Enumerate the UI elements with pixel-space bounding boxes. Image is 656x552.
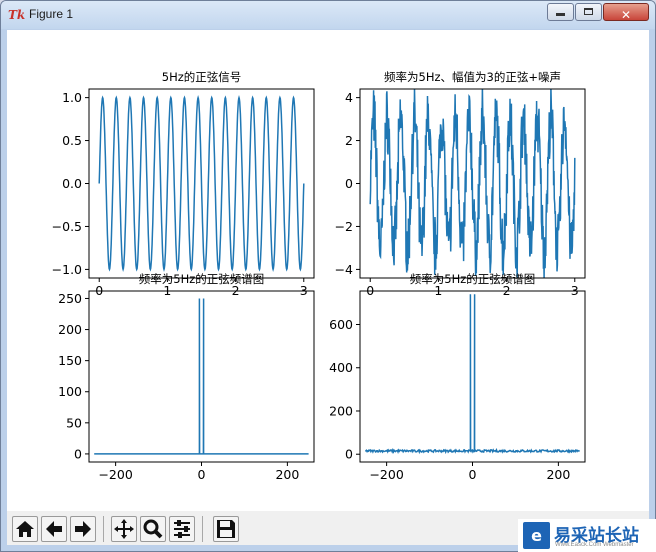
series-line xyxy=(94,298,309,455)
subplot-title: 频率为5Hz的正弦频谱图 xyxy=(139,272,265,286)
tk-feather-icon: Tk xyxy=(8,8,26,22)
figure-window: Tk Figure 1 ✕ 0 1 2 3 −1.0 −0.5 0.0 0.5 1.0 5Hz的正… xyxy=(0,0,656,552)
toolbar-separator xyxy=(202,516,203,542)
zoom-icon xyxy=(143,519,163,539)
y-tick-label: 0 xyxy=(74,446,82,461)
y-tick-label: 250 xyxy=(58,291,82,306)
figure-canvas[interactable]: 0 1 2 3 −1.0 −0.5 0.0 0.5 1.0 5Hz的正弦信号 0 1 2 3 −4 −2 0 2 4… xyxy=(7,30,649,511)
x-tick-label: −200 xyxy=(369,467,403,482)
y-tick-label: 150 xyxy=(58,353,82,368)
watermark-logo-icon: e xyxy=(523,522,550,549)
home-icon xyxy=(16,521,34,537)
home-button[interactable] xyxy=(12,516,38,542)
y-tick-label: 200 xyxy=(58,322,82,337)
configure-subplots-icon xyxy=(174,520,190,538)
back-button[interactable] xyxy=(41,516,67,542)
y-tick-label: 400 xyxy=(329,360,353,375)
zoom-button[interactable] xyxy=(140,516,166,542)
minimize-button[interactable] xyxy=(547,3,574,21)
y-tick-label: 200 xyxy=(329,403,353,418)
x-tick-label: −200 xyxy=(98,467,132,482)
watermark: e 易采站长站 Www.Easck.Com Webmaster xyxy=(518,519,656,552)
y-tick-label: 4 xyxy=(345,90,353,105)
y-tick-label: −4 xyxy=(335,262,353,277)
x-tick-label: 0 xyxy=(469,467,477,482)
maximize-button[interactable] xyxy=(575,3,602,21)
subplot-title: 频率为5Hz、幅值为3的正弦+噪声 xyxy=(384,70,561,84)
y-tick-label: 0 xyxy=(345,176,353,191)
configure-subplots-button[interactable] xyxy=(169,516,195,542)
series-line xyxy=(98,94,305,273)
close-button[interactable]: ✕ xyxy=(603,3,649,22)
series-line xyxy=(369,89,576,278)
maximize-icon xyxy=(584,8,593,15)
save-icon xyxy=(217,520,235,538)
save-button[interactable] xyxy=(213,516,239,542)
y-tick-label: 0.0 xyxy=(62,176,82,191)
minimize-icon xyxy=(556,13,565,16)
y-tick-label: 50 xyxy=(66,415,82,430)
x-tick-label: 0 xyxy=(198,467,206,482)
y-tick-label: −1.0 xyxy=(52,262,82,277)
axes-frame xyxy=(88,290,315,463)
subplot-title: 5Hz的正弦信号 xyxy=(162,70,242,84)
title-bar[interactable]: Tk Figure 1 ✕ xyxy=(1,1,655,29)
y-tick-label: 2 xyxy=(345,133,353,148)
y-tick-label: 0 xyxy=(345,447,353,462)
back-arrow-icon xyxy=(46,521,62,537)
axes-frame xyxy=(359,290,586,463)
close-icon: ✕ xyxy=(620,8,632,22)
y-tick-label: 1.0 xyxy=(62,90,82,105)
subplot-3: −200 0 200 0 50 100 150 200 250 频率为5Hz的正弦频谱图 xyxy=(58,272,315,482)
y-tick-label: −2 xyxy=(335,219,353,234)
y-tick-label: 600 xyxy=(329,317,353,332)
y-tick-label: 0.5 xyxy=(62,133,82,148)
window-title: Figure 1 xyxy=(29,7,74,21)
forward-button[interactable] xyxy=(70,516,96,542)
toolbar-separator xyxy=(103,516,104,542)
figure-svg: 0 1 2 3−1.0−0.50.00.51.05Hz的正弦信号0 1 2 3−4−2024… xyxy=(52,70,586,482)
forward-arrow-icon xyxy=(75,521,91,537)
subplot-1: 0 1 2 3−1.0−0.50.00.51.05Hz的正弦信号 xyxy=(52,70,315,298)
y-tick-label: 100 xyxy=(58,384,82,399)
subplot-2: 0 1 2 3−4−2024频率为5Hz、幅值为3的正弦+噪声 xyxy=(335,70,586,298)
y-tick-label: −0.5 xyxy=(52,219,82,234)
x-tick-label: 200 xyxy=(275,467,299,482)
pan-button[interactable] xyxy=(111,516,137,542)
series-line xyxy=(365,294,581,455)
x-tick-label: 200 xyxy=(546,467,570,482)
watermark-url: Www.Easck.Com Webmaster xyxy=(555,542,634,548)
pan-icon xyxy=(114,519,134,539)
subplot-title: 频率为5Hz的正弦频谱图 xyxy=(410,272,536,286)
subplot-4: −200 0 200 0 200 400 600 频率为5Hz的正弦频谱图 xyxy=(329,272,586,482)
